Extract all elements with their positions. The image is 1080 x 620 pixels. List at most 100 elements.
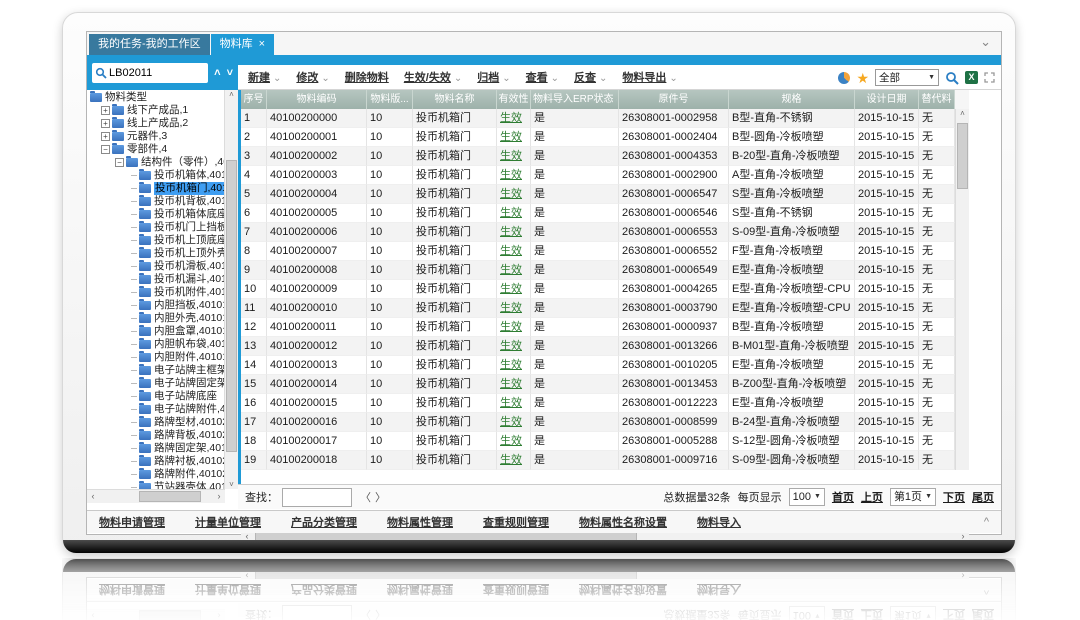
expand-icon[interactable]: + (101, 106, 110, 115)
footer-link-material-import[interactable]: 物料导入 (697, 514, 741, 530)
table-horizontal-scrollbar[interactable]: ‹ › (241, 569, 969, 584)
tree-node[interactable]: 路牌附件,401024 (87, 468, 225, 481)
scroll-thumb[interactable] (957, 123, 968, 189)
scroll-thumb[interactable] (226, 160, 237, 452)
tree-node[interactable]: 投币机上顶底座,4010 (87, 234, 225, 247)
tree-node[interactable]: −零部件,4 (87, 143, 225, 156)
excel-export-icon[interactable]: X (965, 71, 978, 84)
toolbar-activate-deactivate-button[interactable]: 生效/失效⌄ (404, 69, 462, 85)
page-select[interactable]: 第1页 ▼ (890, 488, 936, 506)
tree-node[interactable]: +元器件,3 (87, 130, 225, 143)
scroll-right-icon[interactable]: › (957, 569, 969, 583)
tree-node[interactable]: 投币机附件,401010 (87, 286, 225, 299)
table-row[interactable]: 64010020000510投币机箱门生效是26308001-0006546S型… (241, 204, 969, 223)
find-input[interactable] (282, 488, 352, 507)
search-icon[interactable] (945, 71, 959, 85)
tree-node[interactable]: +线下产成品,1 (87, 104, 225, 117)
find-prev-icon[interactable]: 〈 (360, 608, 375, 620)
table-row[interactable]: 154010020001410投币机箱门生效是26308001-0013453B… (241, 375, 969, 394)
table-row[interactable]: 164010020001510投币机箱门生效是26308001-0012223E… (241, 394, 969, 413)
tree-node[interactable]: 投币机背板,401003 (87, 195, 225, 208)
tree-node[interactable]: 电子站牌附件,401019 (87, 403, 225, 416)
tree-node[interactable]: 电子站牌主框架,4010 (87, 364, 225, 377)
table-row[interactable]: 94010020000810投币机箱门生效是26308001-0006549E型… (241, 261, 969, 280)
footer-link-material-attribute-name-setting[interactable]: 物料属性名称设置 (579, 582, 667, 598)
footer-link-unit-mgmt[interactable]: 计量单位管理 (195, 582, 261, 598)
tree-vertical-scrollbar[interactable]: ˄ ˅ (224, 90, 238, 489)
tree-node[interactable]: 路牌型材,401020 (87, 416, 225, 429)
scroll-left-icon[interactable]: ‹ (87, 490, 99, 503)
tree-node[interactable]: 电子站牌底座（含地 (87, 390, 225, 403)
footer-link-product-category-mgmt[interactable]: 产品分类管理 (291, 582, 357, 598)
tree-node[interactable]: 投币机箱体,401001 (87, 169, 225, 182)
find-prev-icon[interactable]: 〈 (360, 492, 375, 504)
footer-link-dedup-rule-mgmt[interactable]: 查重规则管理 (483, 514, 549, 530)
footer-link-material-import[interactable]: 物料导入 (697, 582, 741, 598)
scroll-left-icon[interactable]: ‹ (241, 569, 253, 583)
table-row[interactable]: 104010020000910投币机箱门生效是26308001-0004265E… (241, 280, 969, 299)
column-header-material-name[interactable]: 物料名称 (413, 90, 497, 109)
per-page-select[interactable]: 100 ▼ (789, 606, 825, 620)
footer-link-material-request-mgmt[interactable]: 物料申请管理 (99, 514, 165, 530)
scroll-thumb[interactable] (139, 491, 201, 502)
table-row[interactable]: 84010020000710投币机箱门生效是26308001-0006552F型… (241, 242, 969, 261)
scroll-up-icon[interactable]: ˄ (229, 90, 234, 99)
expand-icon[interactable] (984, 72, 995, 83)
chevron-down-icon[interactable]: ˅ (227, 68, 233, 78)
tree-node[interactable]: 路牌衬板,401023 (87, 455, 225, 468)
search-input[interactable] (107, 64, 195, 82)
scroll-right-icon[interactable]: › (213, 490, 225, 503)
collapse-caret-icon[interactable]: ^ (984, 516, 989, 528)
table-row[interactable]: 14010020000010投币机箱门生效是26308001-0002958B型… (241, 109, 969, 128)
scroll-right-icon[interactable]: › (213, 609, 225, 620)
find-next-icon[interactable]: 〉 (375, 492, 390, 504)
table-row[interactable]: 44010020000310投币机箱门生效是26308001-0002900A型… (241, 166, 969, 185)
column-header-design-date[interactable]: 设计日期 (855, 90, 919, 109)
tree-node[interactable]: 投币机上顶外壳,4010 (87, 247, 225, 260)
refresh-pie-icon[interactable] (838, 72, 850, 84)
scroll-left-icon[interactable]: ‹ (87, 609, 99, 620)
column-header-seq[interactable]: 序号 (241, 90, 267, 109)
table-row[interactable]: 24010020000110投币机箱门生效是26308001-0002404B型… (241, 128, 969, 147)
tree-node[interactable]: 内胆盒罩,401013 (87, 325, 225, 338)
tree-node[interactable]: 投币机滑板,401008 (87, 260, 225, 273)
footer-link-dedup-rule-mgmt[interactable]: 查重规则管理 (483, 582, 549, 598)
footer-link-material-attribute-name-setting[interactable]: 物料属性名称设置 (579, 514, 667, 530)
close-icon[interactable]: × (259, 38, 265, 50)
expand-icon[interactable]: + (101, 132, 110, 141)
next-page-link[interactable]: 下页 (943, 489, 965, 505)
table-row[interactable]: 134010020001210投币机箱门生效是26308001-0013266B… (241, 337, 969, 356)
footer-link-unit-mgmt[interactable]: 计量单位管理 (195, 514, 261, 530)
footer-link-material-attribute-mgmt[interactable]: 物料属性管理 (387, 514, 453, 530)
tree-node[interactable]: 投币机漏斗,401009 (87, 273, 225, 286)
tree-node[interactable]: 内胆帆布袋,401014 (87, 338, 225, 351)
tree-node[interactable]: 内胆附件,401015 (87, 351, 225, 364)
page-select[interactable]: 第1页 ▼ (890, 606, 936, 620)
find-input[interactable] (282, 606, 352, 620)
collapse-icon[interactable]: − (101, 145, 110, 154)
column-header-spec[interactable]: 规格 (729, 90, 855, 109)
tree-node[interactable]: 投币机箱门,401002 (87, 182, 225, 195)
chevron-down-icon[interactable]: ⌄ (980, 34, 991, 50)
table-row[interactable]: 34010020000210投币机箱门生效是26308001-0004353B-… (241, 147, 969, 166)
toolbar-material-export-button[interactable]: 物料导出⌄ (622, 69, 677, 85)
toolbar-delete-material-button[interactable]: 删除物料 (345, 69, 389, 85)
table-row[interactable]: 124010020001110投币机箱门生效是26308001-0000937B… (241, 318, 969, 337)
find-next-icon[interactable]: 〉 (375, 608, 390, 620)
table-row[interactable]: 174010020001610投币机箱门生效是26308001-0008599B… (241, 413, 969, 432)
toolbar-reverse-check-button[interactable]: 反查⌄ (574, 69, 607, 85)
scroll-up-icon[interactable]: ˄ (960, 109, 965, 118)
tree-node[interactable]: 电子站牌固定架,4010 (87, 377, 225, 390)
footer-link-product-category-mgmt[interactable]: 产品分类管理 (291, 514, 357, 530)
collapse-caret-icon[interactable]: ^ (984, 584, 989, 596)
tree-node[interactable]: 内胆外壳,401012 (87, 312, 225, 325)
scroll-down-icon[interactable]: ˅ (225, 480, 238, 489)
scroll-thumb[interactable] (255, 570, 637, 582)
per-page-select[interactable]: 100 ▼ (789, 488, 825, 506)
last-page-link[interactable]: 尾页 (972, 607, 994, 620)
tree-node[interactable]: +线上产成品,2 (87, 117, 225, 130)
footer-link-material-request-mgmt[interactable]: 物料申请管理 (99, 582, 165, 598)
tree-horizontal-scrollbar[interactable]: ‹ › (87, 489, 225, 503)
tree-horizontal-scrollbar[interactable]: ‹ › (87, 609, 225, 620)
tab-my-workspace[interactable]: 我的任务-我的工作区 (89, 34, 210, 55)
